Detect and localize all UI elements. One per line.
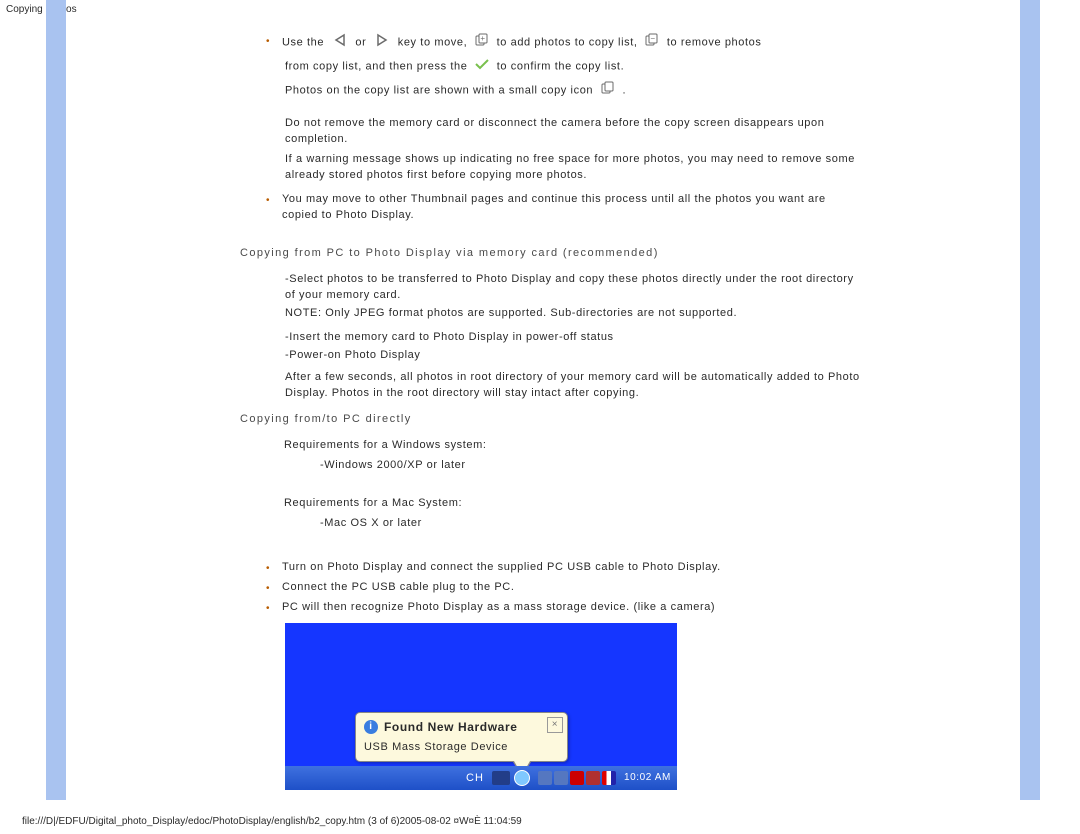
tray-icon[interactable] — [602, 771, 616, 785]
text-warning: Do not remove the memory card or disconn… — [285, 115, 860, 147]
balloon-subtitle: USB Mass Storage Device — [364, 739, 559, 755]
requirements-mac: Requirements for a Mac System: — [284, 495, 860, 511]
text: . — [622, 84, 626, 96]
left-sidebar-strip — [46, 0, 66, 800]
text: from copy list, and then press the — [285, 60, 471, 72]
check-icon — [474, 57, 490, 76]
tray-icon[interactable] — [538, 771, 552, 785]
keyboard-icon[interactable] — [492, 771, 510, 785]
bullet-icon: • — [266, 561, 270, 577]
section-heading-pc: Copying from/to PC directly — [240, 411, 860, 427]
tray-icon[interactable] — [554, 771, 568, 785]
text: Turn on Photo Display and connect the su… — [282, 561, 721, 573]
arrow-right-icon — [373, 33, 391, 52]
tray-icon[interactable] — [586, 771, 600, 785]
back-round-icon[interactable] — [514, 770, 530, 786]
arrow-left-icon — [331, 33, 349, 52]
main-content: • Use the or key to move, + to add photo… — [240, 28, 860, 790]
text-line: Photos on the copy list are shown with a… — [285, 80, 860, 101]
system-tray — [538, 771, 616, 785]
text: NOTE: Only JPEG format photos are suppor… — [285, 305, 860, 321]
text: Photos on the copy list are shown with a… — [285, 84, 597, 96]
close-icon[interactable]: × — [547, 717, 563, 733]
svg-text:−: − — [651, 34, 656, 43]
text: to add photos to copy list, — [497, 36, 642, 48]
requirements-mac-item: -Mac OS X or later — [320, 515, 860, 531]
text: to remove photos — [667, 36, 762, 48]
copy-add-icon: + — [474, 32, 490, 53]
text: Connect the PC USB cable plug to the PC. — [282, 581, 515, 593]
bullet-icon: • — [266, 34, 270, 50]
text: -Insert the memory card to Photo Display… — [285, 329, 860, 345]
section-heading-memcard: Copying from PC to Photo Display via mem… — [240, 245, 860, 261]
windows-taskbar: CH 10:02 AM — [285, 766, 677, 790]
right-sidebar-strip — [1020, 0, 1040, 800]
text: -Select photos to be transferred to Phot… — [285, 271, 860, 303]
page-title-small: Copying Photos — [6, 4, 77, 15]
text: PC will then recognize Photo Display as … — [282, 601, 715, 613]
text: or — [355, 36, 370, 48]
ime-indicator[interactable]: CH — [466, 770, 484, 786]
text-warning: If a warning message shows up indicating… — [285, 151, 860, 183]
svg-text:+: + — [480, 34, 485, 43]
windows-screenshot: × i Found New Hardware USB Mass Storage … — [285, 623, 677, 790]
text: After a few seconds, all photos in root … — [285, 369, 860, 401]
text: to confirm the copy list. — [497, 60, 625, 72]
bullet-icon: • — [266, 581, 270, 597]
bullet-icon: • — [266, 601, 270, 617]
taskbar-clock: 10:02 AM — [624, 770, 671, 786]
footer-path: file:///D|/EDFU/Digital_photo_Display/ed… — [22, 816, 522, 827]
text: You may move to other Thumbnail pages an… — [282, 193, 826, 221]
balloon-tooltip: × i Found New Hardware USB Mass Storage … — [355, 712, 568, 762]
tray-icon-ati[interactable] — [570, 771, 584, 785]
requirements-windows: Requirements for a Windows system: — [284, 437, 860, 453]
copy-remove-icon: − — [644, 32, 660, 53]
copy-small-icon — [600, 80, 616, 101]
requirements-windows-item: -Windows 2000/XP or later — [320, 457, 860, 473]
text: -Power-on Photo Display — [285, 347, 860, 363]
balloon-title: Found New Hardware — [384, 719, 517, 735]
text: Use the — [282, 36, 328, 48]
text-line: from copy list, and then press the to co… — [285, 57, 860, 76]
info-icon: i — [364, 720, 378, 734]
bullet-icon: • — [266, 193, 270, 209]
text: key to move, — [398, 36, 471, 48]
